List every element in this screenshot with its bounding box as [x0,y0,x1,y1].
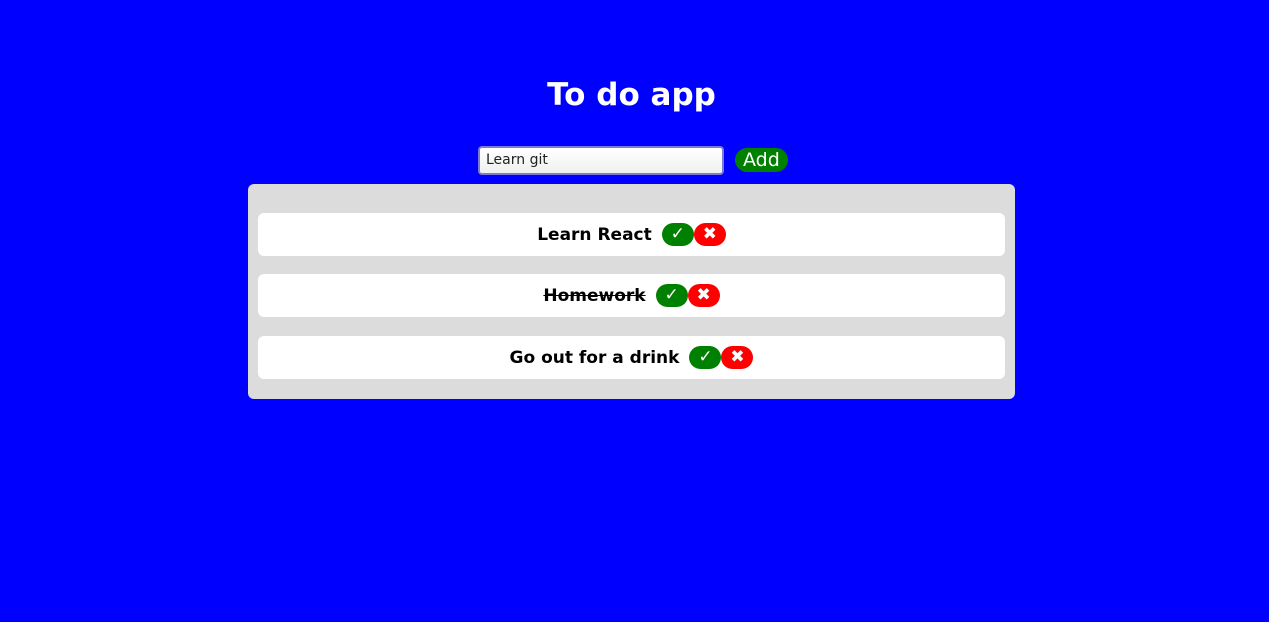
todo-text[interactable]: Go out for a drink [510,348,680,368]
check-icon[interactable]: ✓ [661,223,694,246]
page-title: To do app [547,77,716,113]
todo-actions: ✓ ✖ [661,223,726,246]
todo-item: Go out for a drink ✓ ✖ [258,336,1005,379]
delete-icon[interactable]: ✖ [693,223,726,246]
todo-app: To do app Add Learn React ✓ ✖ Homework ✓… [0,0,1269,622]
check-icon[interactable]: ✓ [689,346,722,369]
todo-text[interactable]: Learn React [537,225,652,245]
todo-input[interactable] [478,145,724,175]
todo-actions: ✓ ✖ [689,346,754,369]
delete-icon[interactable]: ✖ [721,346,754,369]
add-todo-form: Add [478,145,788,175]
todo-list-panel: Learn React ✓ ✖ Homework ✓ ✖ Go out for … [248,184,1015,399]
todo-item: Learn React ✓ ✖ [258,213,1005,256]
delete-icon[interactable]: ✖ [687,284,720,307]
check-icon[interactable]: ✓ [655,284,688,307]
todo-text[interactable]: Homework [543,286,645,306]
add-button[interactable]: Add [735,148,788,172]
todo-actions: ✓ ✖ [655,284,720,307]
todo-item: Homework ✓ ✖ [258,274,1005,317]
